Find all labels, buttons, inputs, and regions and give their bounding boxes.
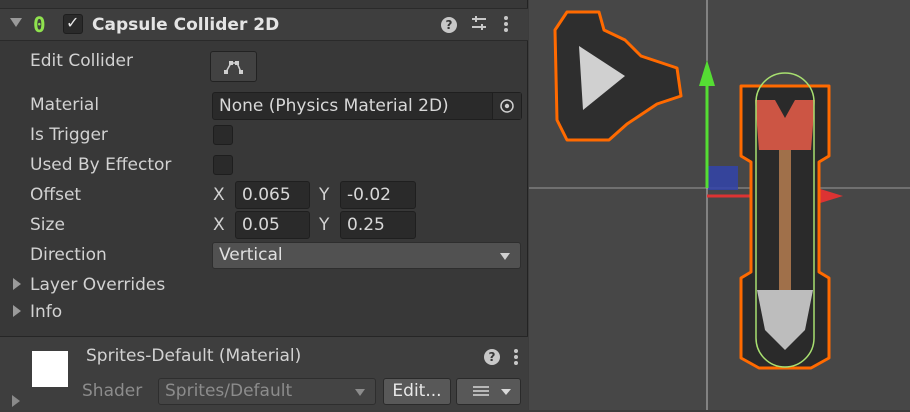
help-icon[interactable]: ?	[441, 17, 457, 33]
shader-label: Shader	[82, 381, 143, 401]
layer-overrides-foldout-icon[interactable]	[13, 278, 21, 290]
layer-overrides-label[interactable]: Layer Overrides	[30, 275, 165, 295]
material-help-icon[interactable]: ?	[484, 349, 500, 365]
x-axis-arrow-icon[interactable]	[817, 188, 843, 204]
offset-label: Offset	[30, 185, 82, 205]
component-enabled-checkbox[interactable]	[63, 13, 83, 34]
used-by-effector-label: Used By Effector	[30, 155, 172, 175]
material-label: Material	[30, 95, 100, 115]
material-value: None (Physics Material 2D)	[219, 96, 449, 116]
presets-icon[interactable]	[470, 14, 488, 36]
component-header[interactable]: 0 Capsule Collider 2D ?	[0, 8, 528, 41]
info-label[interactable]: Info	[30, 302, 62, 322]
is-trigger-label: Is Trigger	[30, 125, 108, 145]
foldout-expanded-icon[interactable]	[10, 18, 22, 27]
shader-dropdown[interactable]: Sprites/Default	[158, 378, 376, 405]
inspector-panel: 0 Capsule Collider 2D ? Edit Collider Ma…	[0, 0, 528, 410]
offset-y-label[interactable]: Y	[319, 185, 329, 205]
used-by-effector-checkbox[interactable]	[213, 155, 233, 175]
object-picker-icon	[500, 99, 514, 113]
size-x-label[interactable]: X	[213, 215, 225, 235]
shader-dropdown-arrow-icon	[355, 389, 365, 396]
arrow-sprite[interactable]	[739, 84, 831, 370]
size-label: Size	[30, 215, 65, 235]
offset-x-label[interactable]: X	[213, 185, 225, 205]
edit-shape-icon	[224, 61, 243, 74]
direction-value: Vertical	[219, 245, 283, 265]
offset-y-input[interactable]: -0.02	[340, 181, 416, 209]
edit-collider-button[interactable]	[210, 51, 257, 82]
more-menu-icon[interactable]	[502, 14, 510, 38]
y-axis-arrow-icon[interactable]	[699, 60, 715, 86]
offset-x-input[interactable]: 0.065	[235, 181, 310, 209]
capsule-collider-icon: 0	[33, 13, 46, 37]
material-preview-swatch[interactable]	[32, 351, 68, 387]
size-y-label[interactable]: Y	[319, 215, 329, 235]
scene-view[interactable]	[529, 0, 910, 410]
direction-label: Direction	[30, 245, 107, 265]
list-menu-icon	[472, 386, 511, 396]
scene-canvas[interactable]	[529, 0, 910, 410]
shader-options-button[interactable]	[456, 378, 521, 405]
shader-value: Sprites/Default	[165, 381, 293, 401]
component-title: Capsule Collider 2D	[92, 15, 280, 35]
info-foldout-icon[interactable]	[13, 305, 21, 317]
size-x-input[interactable]: 0.05	[235, 211, 310, 239]
edit-collider-label: Edit Collider	[30, 51, 134, 71]
object-picker-button[interactable]	[492, 93, 521, 119]
material-section: Sprites-Default (Material) ? Shader Spri…	[0, 336, 528, 410]
material-field[interactable]: None (Physics Material 2D)	[212, 92, 522, 120]
is-trigger-checkbox[interactable]	[213, 125, 233, 145]
material-name: Sprites-Default (Material)	[86, 346, 302, 366]
material-more-icon[interactable]	[512, 347, 520, 371]
edit-shader-button[interactable]: Edit...	[383, 378, 451, 405]
size-y-input[interactable]: 0.25	[340, 211, 416, 239]
pointer-sprite[interactable]	[553, 10, 683, 142]
material-foldout-icon[interactable]	[12, 395, 20, 407]
z-plane-handle[interactable]	[708, 166, 738, 190]
direction-dropdown[interactable]: Vertical	[212, 242, 521, 269]
dropdown-arrow-icon	[500, 253, 510, 260]
